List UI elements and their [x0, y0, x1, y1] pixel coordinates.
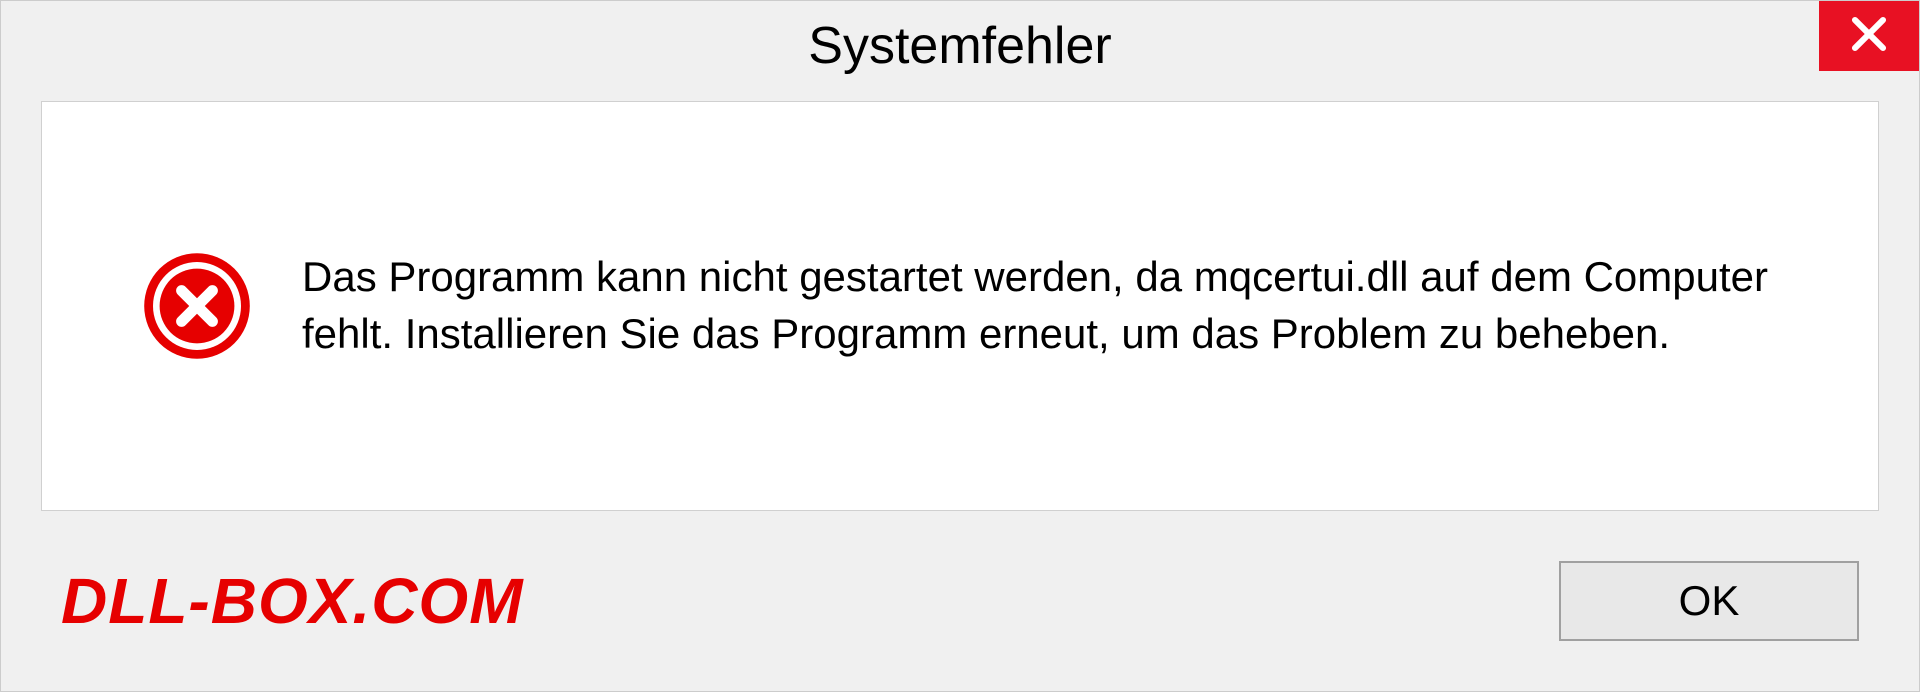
- content-panel: Das Programm kann nicht gestartet werden…: [41, 101, 1879, 511]
- close-button[interactable]: [1819, 1, 1919, 71]
- watermark-text: DLL-BOX.COM: [61, 564, 524, 638]
- error-message: Das Programm kann nicht gestartet werden…: [302, 249, 1818, 362]
- error-dialog: Systemfehler Das Programm kann nicht ges…: [0, 0, 1920, 692]
- dialog-title: Systemfehler: [808, 16, 1111, 76]
- close-icon: [1848, 13, 1890, 60]
- titlebar: Systemfehler: [1, 1, 1919, 91]
- dialog-footer: DLL-BOX.COM OK: [1, 541, 1919, 691]
- ok-button[interactable]: OK: [1559, 561, 1859, 641]
- error-icon: [142, 251, 252, 361]
